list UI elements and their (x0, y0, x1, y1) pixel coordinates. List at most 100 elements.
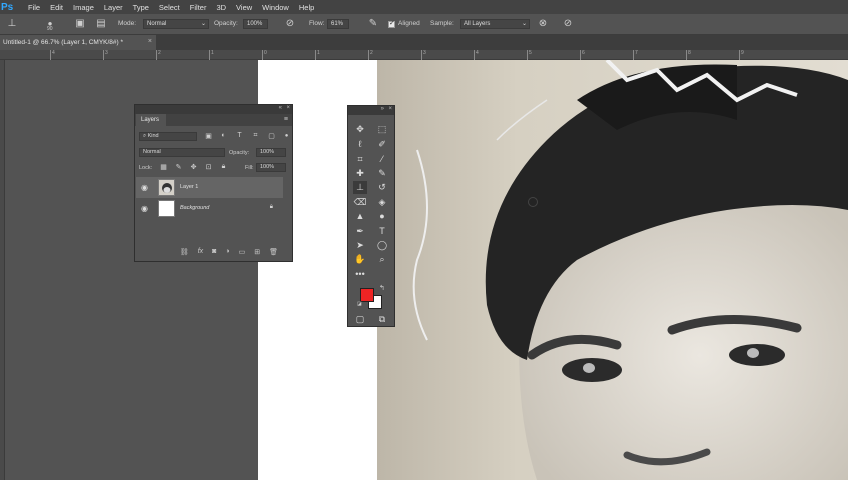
zoom-tool-icon[interactable]: ⌕ (375, 253, 389, 266)
lock-transparent-icon[interactable]: ▦ (159, 163, 168, 171)
brush-tool-icon[interactable]: ✎ (375, 167, 389, 180)
screen-mode-icon[interactable]: ⧉ (375, 313, 389, 326)
crop-tool-icon[interactable]: ⌗ (353, 153, 367, 166)
close-icon[interactable]: × (388, 106, 392, 112)
toggle-brush-panel-icon[interactable]: ▤ (95, 18, 107, 30)
quick-selection-tool-icon[interactable]: ✐ (375, 138, 389, 151)
delete-layer-icon[interactable]: 🗑︎ (269, 248, 278, 256)
layer-row-background[interactable]: ◉ Background 🔒︎ (136, 198, 283, 219)
menu-file[interactable]: File (28, 3, 40, 12)
clone-stamp-icon[interactable]: ⊥ (6, 18, 18, 30)
pixel-filter-icon[interactable]: ▣ (204, 132, 213, 140)
blur-tool-icon[interactable]: ▲ (353, 210, 367, 223)
eraser-tool-icon[interactable]: ⌫ (353, 196, 367, 209)
lasso-tool-icon[interactable]: ℓ (353, 138, 367, 151)
menu-edit[interactable]: Edit (50, 3, 63, 12)
options-bar: ⊥ ● 90 ▣ ▤ Mode: Normal ⌄ Opacity: 100% ⊘… (0, 14, 848, 35)
default-colors-icon[interactable]: ◪ (357, 301, 362, 307)
horizontal-ruler: 4 3 2 1 0 1 2 3 4 5 6 7 8 9 (0, 50, 848, 60)
menu-image[interactable]: Image (73, 3, 94, 12)
vertical-ruler (0, 60, 5, 480)
lock-all-icon[interactable]: 🔒︎ (219, 163, 228, 171)
lock-image-icon[interactable]: ✎ (174, 163, 183, 171)
menu-window[interactable]: Window (262, 3, 289, 12)
menu-3d[interactable]: 3D (216, 3, 226, 12)
more-tools-icon[interactable]: ••• (353, 268, 367, 281)
pressure-opacity-icon[interactable]: ⊘ (284, 18, 296, 30)
path-selection-tool-icon[interactable]: ➤ (353, 239, 367, 252)
add-mask-icon[interactable]: ◙ (212, 248, 216, 256)
opacity-label: Opacity: (229, 150, 250, 156)
lock-artboard-icon[interactable]: ⊡ (204, 163, 213, 171)
new-layer-icon[interactable]: ⊞ (254, 248, 260, 256)
marquee-tool-icon[interactable]: ⬚ (375, 123, 389, 136)
close-icon[interactable]: × (286, 105, 290, 111)
lock-position-icon[interactable]: ✥ (189, 163, 198, 171)
ruler-tick: 3 (103, 50, 108, 60)
airbrush-icon[interactable]: ✎ (367, 18, 379, 30)
paint-bucket-tool-icon[interactable]: ◈ (375, 196, 389, 209)
ruler-tick: 6 (580, 50, 585, 60)
ruler-tick: 5 (527, 50, 532, 60)
close-icon[interactable]: × (148, 38, 152, 45)
layer-row-layer-1[interactable]: ◉ Layer 1 (136, 177, 283, 198)
fill-field[interactable]: 100% (256, 163, 286, 172)
adjustment-filter-icon[interactable]: ◐ (219, 132, 228, 139)
adjustment-layer-icon[interactable]: ◑ (225, 248, 229, 256)
panel-header[interactable]: « × (135, 105, 292, 114)
document-title: Untitled-1 @ 66.7% (Layer 1, CMYK/8#) * (3, 39, 124, 46)
smart-object-filter-icon[interactable]: ▢ (267, 132, 276, 140)
filter-toggle-icon[interactable]: ● (282, 133, 291, 139)
collapse-icon[interactable]: « (279, 105, 282, 111)
expand-icon[interactable]: » (381, 106, 384, 112)
link-layers-icon[interactable]: ⛓ (180, 248, 189, 256)
panel-menu-icon[interactable]: ≡ (284, 116, 288, 123)
shape-tool-icon[interactable]: ◯ (375, 239, 389, 252)
type-filter-icon[interactable]: T (235, 132, 244, 139)
menu-type[interactable]: Type (133, 3, 149, 12)
menu-view[interactable]: View (236, 3, 252, 12)
pen-tool-icon[interactable]: ✒ (353, 225, 367, 238)
layer-name: Background (180, 205, 210, 211)
new-group-icon[interactable]: ▭ (239, 248, 246, 256)
opacity-field[interactable]: 100% (256, 148, 286, 157)
document-tab[interactable]: Untitled-1 @ 66.7% (Layer 1, CMYK/8#) * … (0, 35, 156, 50)
sample-select[interactable]: All Layers ⌄ (460, 19, 530, 29)
opacity-field[interactable]: 100% (243, 19, 268, 29)
menu-layer[interactable]: Layer (104, 3, 123, 12)
ignore-adjustment-layers-icon[interactable]: ⊗ (537, 18, 549, 30)
layers-panel: « × Layers ≡ ⌕ Kind ▣ ◐ T ⌗ ▢ ● Normal O… (134, 104, 293, 262)
layers-footer: ⛓ fx ◙ ◑ ▭ ⊞ 🗑︎ (135, 248, 292, 256)
menu-filter[interactable]: Filter (190, 3, 207, 12)
pressure-size-icon[interactable]: ⊘ (562, 18, 574, 30)
eye-icon[interactable]: ◉ (141, 204, 148, 213)
vintage-portrait-photo (377, 60, 848, 480)
quick-mask-icon[interactable]: ▢ (353, 313, 367, 326)
move-tool-icon[interactable]: ✥ (353, 123, 367, 136)
photo-canvas[interactable] (377, 60, 848, 480)
menu-select[interactable]: Select (159, 3, 180, 12)
healing-brush-tool-icon[interactable]: ✚ (353, 167, 367, 180)
swap-colors-icon[interactable]: ↰ (379, 284, 385, 292)
ruler-tick: 1 (209, 50, 214, 60)
hand-tool-icon[interactable]: ✋ (353, 253, 367, 266)
mode-select[interactable]: Normal ⌄ (143, 19, 209, 29)
aligned-checkbox[interactable]: ✓ (388, 20, 395, 28)
clone-source-panel-icon[interactable]: ▣ (74, 18, 86, 30)
shape-filter-icon[interactable]: ⌗ (251, 132, 260, 140)
layer-style-icon[interactable]: fx (198, 248, 203, 256)
foreground-color-swatch[interactable] (360, 288, 374, 302)
tab-layers[interactable]: Layers (136, 114, 166, 126)
clone-stamp-tool-icon[interactable]: ⊥ (353, 181, 367, 194)
history-brush-tool-icon[interactable]: ↺ (375, 181, 389, 194)
type-tool-icon[interactable]: T (375, 225, 389, 238)
chevron-down-icon: ⌄ (521, 21, 527, 27)
panel-header[interactable]: » × (348, 106, 394, 115)
dodge-tool-icon[interactable]: ● (375, 210, 389, 223)
eyedropper-tool-icon[interactable]: ⁄ (375, 153, 389, 166)
eye-icon[interactable]: ◉ (141, 183, 148, 192)
flow-field[interactable]: 61% (327, 19, 349, 29)
filter-kind-select[interactable]: ⌕ Kind (139, 132, 197, 141)
blend-mode-select[interactable]: Normal (139, 148, 225, 157)
menu-help[interactable]: Help (299, 3, 314, 12)
